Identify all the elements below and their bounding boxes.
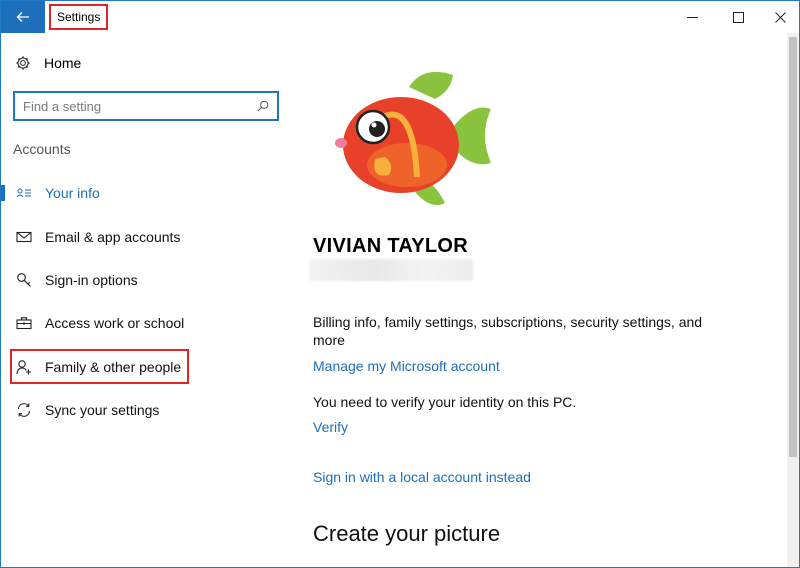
sidebar-item-label: Your info xyxy=(45,185,100,201)
maximize-icon xyxy=(732,11,744,23)
verify-link[interactable]: Verify xyxy=(313,419,348,435)
settings-window: Settings Home Accounts xyxy=(0,0,800,568)
home-link[interactable]: Home xyxy=(15,53,81,73)
avatar xyxy=(313,47,495,229)
close-button[interactable] xyxy=(757,1,800,33)
billing-description: Billing info, family settings, subscript… xyxy=(313,314,703,348)
maximize-button[interactable] xyxy=(715,1,761,33)
sidebar-item-label: Sync your settings xyxy=(45,402,160,418)
close-icon xyxy=(774,11,786,23)
verify-message: You need to verify your identity on this… xyxy=(313,394,577,410)
title-bar: Settings xyxy=(1,1,799,33)
fish-picture xyxy=(335,71,491,205)
home-label: Home xyxy=(44,55,82,71)
search-icon xyxy=(257,100,269,112)
section-heading: Accounts xyxy=(13,141,71,157)
mail-icon xyxy=(16,229,32,245)
sidebar-item-your-info[interactable]: Your info xyxy=(1,175,295,211)
local-account-link[interactable]: Sign in with a local account instead xyxy=(313,469,531,485)
highlight-box xyxy=(10,349,189,384)
key-icon xyxy=(16,272,32,288)
minimize-button[interactable] xyxy=(669,1,715,33)
sidebar: Home Accounts Your info xyxy=(1,33,295,567)
sidebar-item-label: Access work or school xyxy=(45,315,185,331)
sidebar-item-sync-settings[interactable]: Sync your settings xyxy=(1,392,295,428)
search-input[interactable] xyxy=(23,98,257,114)
sidebar-item-label: Sign-in options xyxy=(45,272,138,288)
gear-icon xyxy=(16,56,30,70)
minimize-icon xyxy=(686,16,698,18)
selection-indicator xyxy=(1,185,5,201)
search-box[interactable] xyxy=(13,91,279,121)
blurred-email xyxy=(309,259,473,281)
briefcase-icon xyxy=(16,315,32,331)
sidebar-item-email-app-accounts[interactable]: Email & app accounts xyxy=(1,219,295,255)
scrollbar[interactable] xyxy=(787,33,799,567)
back-arrow-icon xyxy=(16,12,29,22)
back-button[interactable] xyxy=(1,1,45,33)
sync-icon xyxy=(16,402,32,418)
manage-account-link[interactable]: Manage my Microsoft account xyxy=(313,358,500,374)
sidebar-item-sign-in-options[interactable]: Sign-in options xyxy=(1,262,295,298)
main-content: VIVIAN TAYLOR Billing info, family setti… xyxy=(295,33,785,567)
create-picture-heading: Create your picture xyxy=(313,521,501,546)
scroll-thumb[interactable] xyxy=(789,37,797,457)
window-title: Settings xyxy=(49,4,109,30)
user-name: VIVIAN TAYLOR xyxy=(313,235,469,257)
sidebar-item-access-work-school[interactable]: Access work or school xyxy=(1,305,295,341)
sidebar-item-label: Email & app accounts xyxy=(45,229,181,245)
contact-card-icon xyxy=(16,185,32,201)
